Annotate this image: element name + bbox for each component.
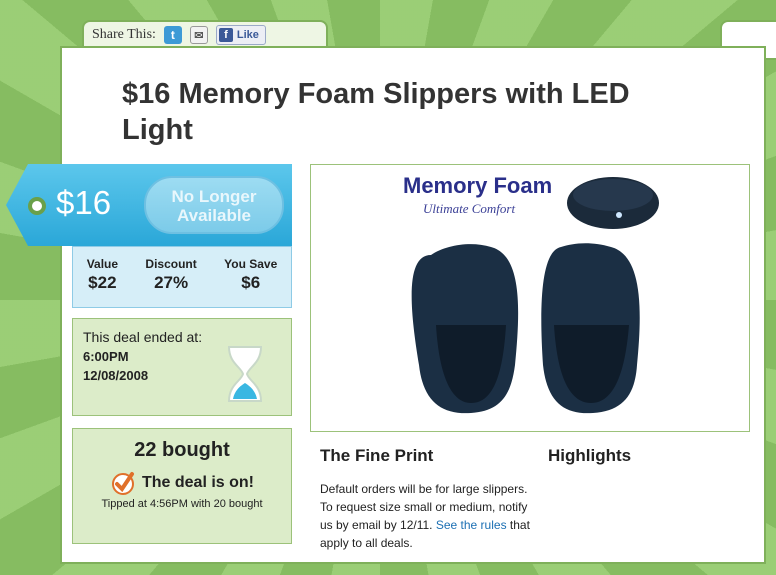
discount-column: Discount 27%: [145, 257, 196, 307]
ended-label: This deal ended at:: [83, 329, 203, 345]
tag-hole-icon: [28, 197, 46, 215]
share-label: Share This:: [92, 27, 156, 42]
value-amount: $22: [88, 273, 117, 292]
bought-box: 22 bought The deal is on! Tipped at 4:56…: [72, 428, 292, 544]
price-amount: $16: [56, 184, 112, 221]
facebook-icon: f: [218, 28, 233, 42]
slippers-illustration: [411, 177, 659, 414]
deal-title: $16 Memory Foam Slippers with LED Light: [122, 78, 630, 146]
save-amount: $6: [241, 273, 261, 292]
discount-label: Discount: [145, 257, 197, 271]
see-rules-link[interactable]: See the rules: [436, 518, 507, 532]
value-box: Value $22 Discount 27% You Save $6: [72, 246, 292, 308]
deal-ended-box: This deal ended at: 6:00PM 12/08/2008: [72, 318, 292, 416]
like-label: Like: [236, 29, 259, 41]
tipped-text: Tipped at 4:56PM with 20 bought: [101, 498, 263, 510]
bought-count: 22 bought: [134, 439, 230, 461]
facebook-like-button[interactable]: f Like: [215, 25, 266, 45]
save-column: You Save $6: [224, 257, 277, 307]
no-longer-available-button[interactable]: No Longer Available: [144, 176, 284, 234]
value-label: Value: [86, 257, 119, 271]
value-column: Value $22: [87, 257, 118, 307]
fine-print-heading: The Fine Print: [320, 446, 434, 465]
discount-amount: 27%: [154, 273, 189, 292]
hourglass-icon: [227, 346, 263, 402]
save-label: You Save: [224, 257, 278, 271]
deal-on-text: The deal is on!: [141, 474, 254, 491]
email-icon[interactable]: ✉: [189, 26, 208, 44]
product-image[interactable]: Memory Foam Ultimate Comfort: [310, 164, 750, 432]
twitter-icon[interactable]: t: [163, 26, 182, 44]
fine-print-body: Default orders will be for large slipper…: [320, 480, 530, 552]
share-bar: Share This: t ✉ f Like: [82, 20, 328, 48]
checkmark-icon: [111, 472, 134, 495]
deal-on-row: The deal is on!: [73, 470, 291, 496]
highlights-heading: Highlights: [548, 446, 632, 465]
price-tag: $16 No Longer Available: [6, 164, 292, 246]
